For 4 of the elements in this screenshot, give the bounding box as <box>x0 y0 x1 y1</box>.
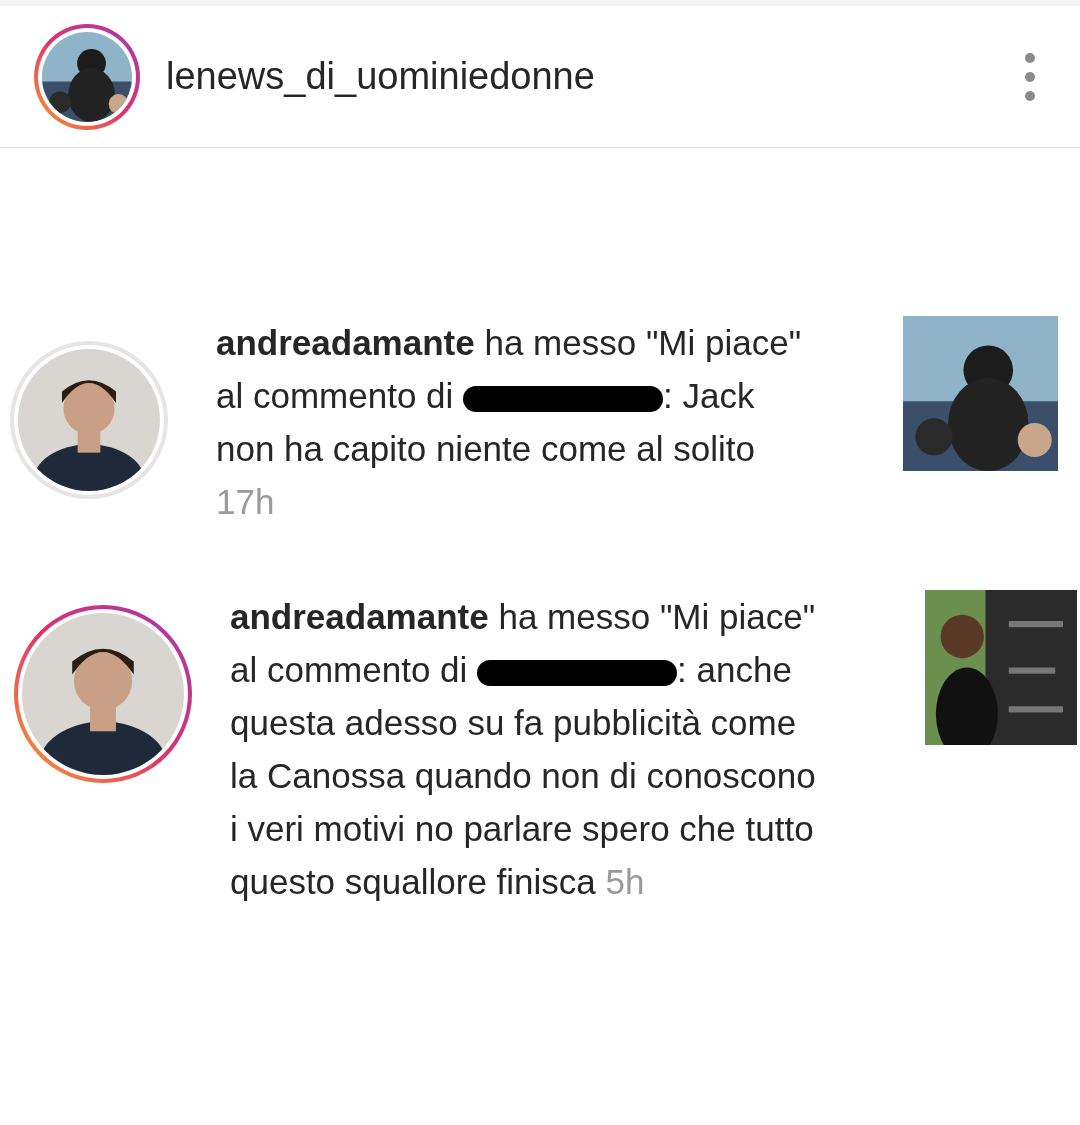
account-username[interactable]: lenews_di_uominiedonne <box>166 48 595 105</box>
notification-text: andreadamante ha messo "Mi piace" al commento di : Jack non ha capito niente come al solito 17h <box>216 322 803 523</box>
more-options-icon[interactable] <box>1024 51 1036 102</box>
notification-text: andreadamante ha messo "Mi piace" al commento di : anche questa adesso su fa pubblicità come la Canossa quando non di conoscono i veri motivi no parlare spero che tutto questo squallore finisca 5h <box>230 596 817 903</box>
